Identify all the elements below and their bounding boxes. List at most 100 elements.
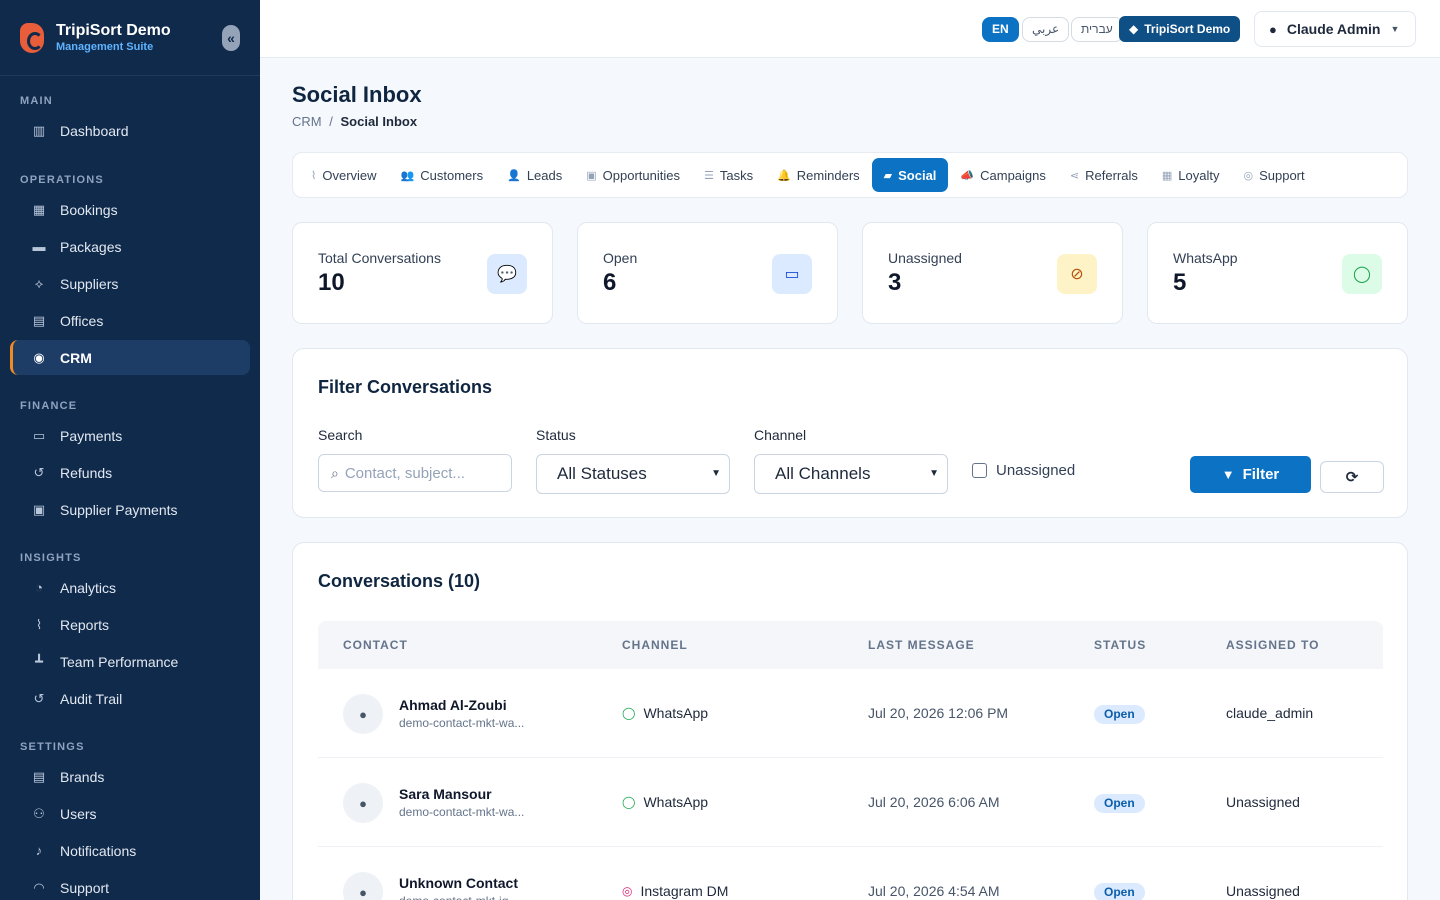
- nav-section-insights: INSIGHTS ◔ Analytics ⌇ Reports ┻ Team Performa…: [0, 551, 260, 718]
- table-header: CONTACT CHANNEL LAST MESSAGE STATUS ASSI…: [318, 621, 1383, 669]
- tab-support[interactable]: ◎ Support: [1231, 158, 1316, 192]
- contact-name[interactable]: Unknown Contact: [399, 875, 518, 891]
- table-row[interactable]: ● Unknown Contact demo-contact-mkt-ig... ◎ I…: [318, 847, 1383, 900]
- sidebar-item-suppliers[interactable]: ⟡ Suppliers: [10, 266, 250, 301]
- sidebar-item-support[interactable]: ◠ Support: [10, 870, 250, 900]
- tag-icon: ◆: [1129, 22, 1139, 36]
- breadcrumb-current: Social Inbox: [340, 114, 418, 129]
- column-last-message: LAST MESSAGE: [868, 638, 975, 652]
- sidebar-item-crm[interactable]: ◉ CRM: [10, 340, 250, 375]
- sidebar-item-supplier-payments[interactable]: ▣ Supplier Payments: [10, 492, 250, 527]
- tab-opportunities[interactable]: ▣ Opportunities: [574, 158, 692, 192]
- user-slash-icon: ⊘: [1057, 254, 1097, 294]
- stat-card-total-conversations: Total Conversations 10 💬: [292, 222, 553, 324]
- user-menu-button[interactable]: ● Claude Admin ▼: [1254, 11, 1416, 47]
- breadcrumb-crm[interactable]: CRM: [292, 114, 322, 129]
- sidebar-item-offices[interactable]: ▤ Offices: [10, 303, 250, 338]
- chevron-down-icon: ▼: [929, 468, 939, 479]
- sidebar-item-label: Analytics: [60, 579, 117, 596]
- avatar: ●: [343, 694, 383, 734]
- column-channel: CHANNEL: [622, 638, 688, 652]
- lang-en-button[interactable]: EN: [982, 17, 1019, 42]
- sidebar-item-label: Packages: [60, 238, 122, 255]
- nav-section-operations: OPERATIONS ▦ Bookings ▬ Packages ⟡ Suppliers ▤ O…: [0, 173, 260, 377]
- sidebar-item-reports[interactable]: ⌇ Reports: [10, 607, 250, 642]
- unassigned-checkbox[interactable]: [972, 463, 987, 478]
- brand-switcher-button[interactable]: ◆ TripiSort Demo: [1119, 16, 1241, 42]
- tab-icon: ◎: [1243, 169, 1254, 182]
- channel-select-value: All Channels: [775, 464, 871, 483]
- nav-heading: MAIN: [20, 95, 53, 107]
- reset-button[interactable]: ⟳: [1320, 461, 1384, 493]
- nav-heading: FINANCE: [20, 400, 78, 412]
- sidebar-item-team-performance[interactable]: ┻ Team Performance: [10, 644, 250, 679]
- sidebar-item-bookings[interactable]: ▦ Bookings: [10, 192, 250, 227]
- contact-name[interactable]: Sara Mansour: [399, 786, 492, 802]
- filter-button[interactable]: ▼ Filter: [1190, 456, 1311, 493]
- tab-icon: 📣: [960, 169, 975, 182]
- search-icon: ⌕: [331, 464, 339, 481]
- bell-icon: ♪: [35, 843, 43, 858]
- sidebar-item-users[interactable]: ⚇ Users: [10, 796, 250, 831]
- tab-icon: 🔔: [777, 169, 791, 182]
- lang-he-button[interactable]: עברית: [1071, 17, 1123, 42]
- headset-icon: ◠: [33, 879, 45, 895]
- sidebar-item-label: CRM: [60, 349, 92, 366]
- tab-social[interactable]: ▰ Social: [871, 158, 949, 192]
- tab-referrals[interactable]: ⋖ Referrals: [1058, 158, 1150, 192]
- last-message-date: Jul 20, 2026 4:54 AM: [868, 883, 1000, 899]
- status-select-value: All Statuses: [557, 464, 647, 483]
- channel-label: Instagram DM: [640, 883, 729, 899]
- nav-heading: INSIGHTS: [20, 552, 82, 564]
- tab-customers[interactable]: 👥 Customers: [389, 158, 496, 192]
- status-select[interactable]: All Statuses ▼: [536, 454, 730, 494]
- table-row[interactable]: ● Ahmad Al-Zoubi demo-contact-mkt-wa... ◯ Wh…: [318, 669, 1383, 758]
- tab-label: Social: [898, 167, 937, 183]
- table-row[interactable]: ● Sara Mansour demo-contact-mkt-wa... ◯ What…: [318, 758, 1383, 847]
- sidebar-item-brands[interactable]: ▤ Brands: [10, 759, 250, 794]
- sidebar-item-packages[interactable]: ▬ Packages: [10, 229, 250, 264]
- search-label: Search: [318, 427, 363, 443]
- org-chart-icon: ┻: [35, 653, 43, 669]
- tab-loyalty[interactable]: ▦ Loyalty: [1150, 158, 1232, 192]
- sidebar: TripiSort Demo Management Suite « MAIN ▥ D…: [0, 0, 260, 900]
- unassigned-label: Unassigned: [996, 462, 1076, 479]
- contact-name[interactable]: Ahmad Al-Zoubi: [399, 697, 507, 713]
- handshake-icon: ⟡: [34, 275, 44, 291]
- caret-down-icon: ▼: [1390, 24, 1400, 34]
- tab-campaigns[interactable]: 📣 Campaigns: [948, 158, 1057, 192]
- channel-icon: ◯: [622, 795, 636, 809]
- status-label: Status: [536, 427, 576, 443]
- tab-reminders[interactable]: 🔔 Reminders: [765, 158, 872, 192]
- search-input[interactable]: ⌕ Contact, subject...: [318, 454, 512, 492]
- channel-label: WhatsApp: [643, 705, 709, 721]
- sidebar-item-payments[interactable]: ▭ Payments: [10, 418, 250, 453]
- tab-tasks[interactable]: ☰ Tasks: [692, 158, 765, 192]
- sidebar-item-audit-trail[interactable]: ↺ Audit Trail: [10, 681, 250, 716]
- sidebar-item-label: Payments: [60, 427, 123, 444]
- channel-icon: ◯: [622, 706, 636, 720]
- breadcrumb: CRM / Social Inbox: [292, 114, 417, 129]
- inbox-icon: ▭: [772, 254, 812, 294]
- lang-ar-button[interactable]: عربي: [1022, 17, 1070, 42]
- sidebar-item-refunds[interactable]: ↺ Refunds: [10, 455, 250, 490]
- status-badge: Open: [1094, 794, 1145, 813]
- sidebar-item-analytics[interactable]: ◔ Analytics: [10, 570, 250, 605]
- tab-overview[interactable]: ⌇ Overview: [299, 158, 389, 192]
- stat-value: 10: [318, 269, 345, 296]
- brand-pill-label: TripiSort Demo: [1144, 22, 1231, 36]
- brand-name: TripiSort Demo: [56, 21, 171, 39]
- sidebar-item-dashboard[interactable]: ▥ Dashboard: [10, 113, 250, 148]
- sidebar-item-notifications[interactable]: ♪ Notifications: [10, 833, 250, 868]
- sidebar-item-label: Users: [60, 805, 97, 822]
- stat-card-open: Open 6 ▭: [577, 222, 838, 324]
- channel-select[interactable]: All Channels ▼: [754, 454, 948, 494]
- comments-icon: 💬: [487, 254, 527, 294]
- tab-leads[interactable]: 👤 Leads: [495, 158, 574, 192]
- nav-heading: SETTINGS: [20, 741, 85, 753]
- collapse-sidebar-icon[interactable]: «: [222, 25, 240, 51]
- assigned-to: Unassigned: [1226, 794, 1300, 810]
- building-icon: ▤: [32, 312, 46, 328]
- building-icon: ▤: [32, 768, 46, 784]
- channel-cell: ◯ WhatsApp: [622, 705, 708, 721]
